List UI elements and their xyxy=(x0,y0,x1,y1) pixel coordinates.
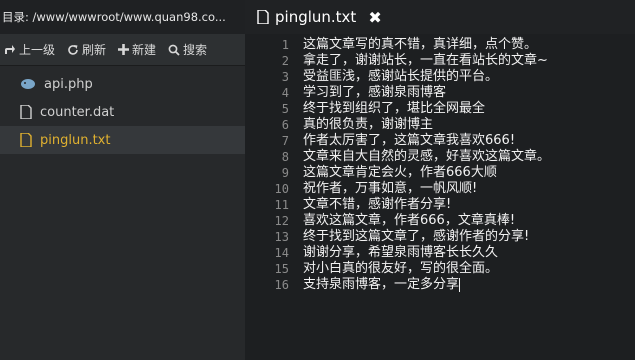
refresh-label: 刷新 xyxy=(82,43,107,57)
line-number: 7 xyxy=(281,134,289,148)
line-text: 喜欢这篇文章，作者666，文章真棒! xyxy=(303,213,516,228)
up-level-button[interactable]: 上一级 xyxy=(4,41,55,58)
line-number: 13 xyxy=(274,230,289,244)
file-icon xyxy=(20,105,32,119)
new-file-label: 新建 xyxy=(132,43,157,57)
line-text: 作者太厉害了，这篇文章我喜欢666! xyxy=(303,133,516,148)
directory-path-bar: 目录: /www/wwwroot/www.quan98.co... xyxy=(0,0,245,34)
line-text: 受益匪浅，感谢站长提供的平台。 xyxy=(303,69,499,84)
line-text: 终于找到这篇文章了，感谢作者的分享! xyxy=(303,229,530,244)
line-number: 8 xyxy=(281,150,289,164)
file-name: pinglun.txt xyxy=(40,132,111,148)
file-toolbar: 上一级 刷新 新建 搜索 xyxy=(0,34,245,66)
code-editor[interactable]: 1 这篇文章写的真不错，真详细，点个赞。 2 拿走了，谢谢站长，一直在看站长的文… xyxy=(245,34,635,360)
tab-pinglun-txt[interactable]: pinglun.txt ✖ xyxy=(257,0,382,34)
file-name: counter.dat xyxy=(40,104,115,120)
editor-line: 6 真的很负责，谢谢博主 xyxy=(245,117,635,133)
elephant-php-icon xyxy=(21,79,35,89)
line-text: 这篇文章写的真不错，真详细，点个赞。 xyxy=(303,37,538,52)
file-name: api.php xyxy=(44,76,93,92)
line-text: 文章不错，感谢作者分享! xyxy=(303,197,452,212)
arrow-up-right-icon xyxy=(5,44,15,54)
file-list: api.php counter.dat pinglun.txt xyxy=(0,70,245,154)
search-button[interactable]: 搜索 xyxy=(168,41,207,58)
file-icon xyxy=(257,10,269,24)
line-text: 支持泉雨博客，一定多分享 xyxy=(303,277,461,293)
editor-line: 9 这篇文章肯定会火，作者666大顺 xyxy=(245,165,635,181)
editor-line: 4 学习到了，感谢泉雨博客 xyxy=(245,85,635,101)
editor-line: 15 对小白真的很友好，写的很全面。 xyxy=(245,261,635,277)
line-text: 这篇文章肯定会火，作者666大顺 xyxy=(303,165,497,180)
line-number: 14 xyxy=(274,246,289,260)
line-text: 拿走了，谢谢站长，一直在看站长的文章~ xyxy=(303,53,548,68)
line-number: 3 xyxy=(281,70,289,84)
text-cursor xyxy=(459,277,461,292)
directory-path: /www/wwwroot/www.quan98.co... xyxy=(32,10,226,24)
editor-line: 2 拿走了，谢谢站长，一直在看站长的文章~ xyxy=(245,53,635,69)
editor-line: 16 支持泉雨博客，一定多分享 xyxy=(245,277,635,293)
close-icon[interactable]: ✖ xyxy=(368,8,381,27)
file-item-pinglun-txt[interactable]: pinglun.txt xyxy=(0,126,245,154)
editor-line: 3 受益匪浅，感谢站长提供的平台。 xyxy=(245,69,635,85)
file-sidebar: 目录: /www/wwwroot/www.quan98.co... 上一级 刷新… xyxy=(0,0,245,360)
directory-label: 目录: xyxy=(2,10,29,24)
search-icon xyxy=(168,44,180,56)
line-number: 15 xyxy=(274,262,289,276)
refresh-button[interactable]: 刷新 xyxy=(67,41,106,58)
editor-line: 8 文章来自大自然的灵感，好喜欢这篇文章。 xyxy=(245,149,635,165)
line-number: 12 xyxy=(274,214,289,228)
editor-line: 11 文章不错，感谢作者分享! xyxy=(245,197,635,213)
line-text: 终于找到组织了，堪比全网最全 xyxy=(303,101,486,116)
line-number: 11 xyxy=(274,198,289,212)
line-text: 文章来自大自然的灵感，好喜欢这篇文章。 xyxy=(303,149,551,164)
line-number: 9 xyxy=(281,166,289,180)
search-label: 搜索 xyxy=(183,43,208,57)
line-text: 学习到了，感谢泉雨博客 xyxy=(303,85,447,100)
line-text: 对小白真的很友好，写的很全面。 xyxy=(303,261,499,276)
line-number: 1 xyxy=(281,38,289,52)
plus-icon xyxy=(118,44,130,55)
refresh-icon xyxy=(68,44,78,55)
new-file-button[interactable]: 新建 xyxy=(118,41,156,58)
editor-line: 14 谢谢分享，希望泉雨博客长长久久 xyxy=(245,245,635,261)
file-item-api-php[interactable]: api.php xyxy=(0,70,245,98)
line-text: 祝作者，万事如意，一帆风顺! xyxy=(303,181,478,196)
line-text: 真的很负责，谢谢博主 xyxy=(303,117,434,132)
line-text: 谢谢分享，希望泉雨博客长长久久 xyxy=(303,245,499,260)
line-number: 4 xyxy=(281,86,289,100)
line-number: 6 xyxy=(281,118,289,132)
editor-line: 13 终于找到这篇文章了，感谢作者的分享! xyxy=(245,229,635,245)
editor-tab-bar: pinglun.txt ✖ xyxy=(245,0,635,34)
line-number: 2 xyxy=(281,54,289,68)
line-number: 16 xyxy=(274,278,289,292)
line-number: 10 xyxy=(274,182,289,196)
tab-title: pinglun.txt xyxy=(275,8,357,26)
file-item-counter-dat[interactable]: counter.dat xyxy=(0,98,245,126)
editor-line: 1 这篇文章写的真不错，真详细，点个赞。 xyxy=(245,37,635,53)
editor-line: 7 作者太厉害了，这篇文章我喜欢666! xyxy=(245,133,635,149)
editor-line: 12 喜欢这篇文章，作者666，文章真棒! xyxy=(245,213,635,229)
editor-line: 10 祝作者，万事如意，一帆风顺! xyxy=(245,181,635,197)
line-text-content: 支持泉雨博客，一定多分享 xyxy=(303,277,460,292)
editor-line: 5 终于找到组织了，堪比全网最全 xyxy=(245,101,635,117)
up-level-label: 上一级 xyxy=(19,43,56,57)
file-icon xyxy=(20,133,32,147)
line-number: 5 xyxy=(281,102,289,116)
